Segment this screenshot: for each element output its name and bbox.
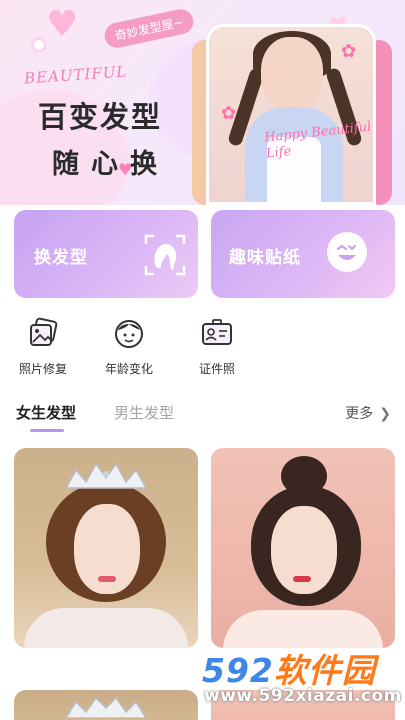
more-label: 更多 bbox=[345, 406, 374, 422]
id-photo-label: 证件照 bbox=[198, 362, 235, 376]
hero-banner[interactable]: ♥ ♥ ♥ 奇妙发型屋~ BEAUTIFUL 百变发型 随心换 Happy Be… bbox=[0, 0, 405, 205]
hairstyle-tabs: 女生发型 男生发型 更多 ❯ bbox=[0, 398, 405, 438]
hairstyle-card[interactable] bbox=[14, 690, 198, 720]
tiara-icon bbox=[62, 458, 150, 492]
tiara-icon bbox=[62, 694, 150, 719]
change-hairstyle-label: 换发型 bbox=[34, 248, 88, 268]
site-watermark: 592软件园 www.592xiazai.com bbox=[198, 644, 405, 720]
change-hairstyle-button[interactable]: 换发型 bbox=[14, 210, 198, 298]
banner-tag: 奇妙发型屋~ bbox=[102, 6, 196, 51]
chevron-right-icon: ❯ bbox=[379, 406, 391, 422]
photo-repair-label: 照片修复 bbox=[18, 362, 67, 376]
watermark-logo: 592软件园 bbox=[202, 644, 376, 692]
bow-icon: ✿ bbox=[221, 103, 237, 124]
tab-male-hairstyles[interactable]: 男生发型 bbox=[114, 402, 174, 423]
watermark-number: 592 bbox=[202, 651, 274, 690]
banner-script-word: BEAUTIFUL bbox=[23, 62, 128, 88]
heart-decoration-icon: ♥ bbox=[46, 4, 79, 45]
watermark-brand: 软件园 bbox=[273, 651, 376, 690]
model-lips bbox=[293, 576, 311, 582]
hairstyle-card[interactable] bbox=[14, 448, 198, 648]
photo-repair-icon bbox=[26, 317, 60, 354]
age-change-tool[interactable]: 年龄变化 bbox=[94, 316, 164, 377]
tab-female-hairstyles[interactable]: 女生发型 bbox=[16, 402, 76, 423]
id-photo-icon bbox=[200, 319, 234, 354]
age-change-icon bbox=[112, 320, 146, 354]
model-shoulder bbox=[223, 610, 383, 648]
smiley-sticker-icon bbox=[327, 232, 367, 272]
banner-headline-line1: 百变发型 bbox=[38, 100, 163, 134]
more-link[interactable]: 更多 ❯ bbox=[345, 403, 391, 423]
sparkle-icon bbox=[34, 40, 44, 50]
banner-model-photo: Happy Beautiful Life ✿ ✿ bbox=[206, 24, 376, 205]
hairstyle-card[interactable] bbox=[211, 448, 395, 648]
id-photo-tool[interactable]: 证件照 bbox=[182, 316, 252, 377]
watermark-url: www.592xiazai.com bbox=[204, 686, 402, 706]
active-tab-indicator bbox=[30, 429, 64, 432]
model-lips bbox=[98, 576, 116, 582]
hair-swap-icon bbox=[142, 232, 188, 278]
photo-repair-tool[interactable]: 照片修复 bbox=[8, 316, 78, 377]
model-face bbox=[261, 37, 323, 111]
bow-icon: ✿ bbox=[341, 41, 357, 62]
model-shoulder bbox=[24, 608, 188, 648]
fun-stickers-button[interactable]: 趣味贴纸 bbox=[211, 210, 395, 298]
banner-headline-line2: 随心换 bbox=[52, 149, 169, 180]
age-change-label: 年龄变化 bbox=[104, 362, 153, 376]
fun-stickers-label: 趣味贴纸 bbox=[229, 248, 301, 268]
